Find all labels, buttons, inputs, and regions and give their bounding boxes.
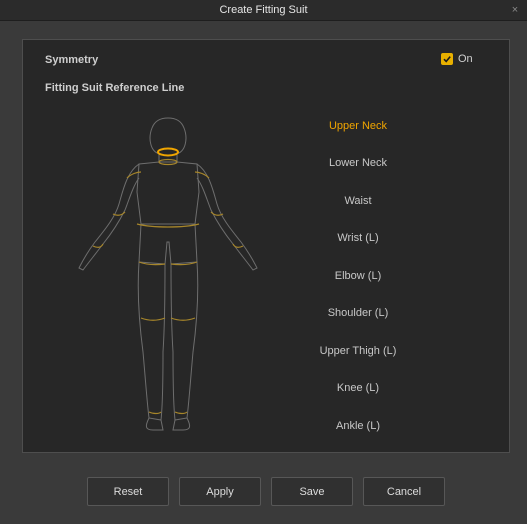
symmetry-label: Symmetry	[45, 54, 99, 66]
cancel-button[interactable]: Cancel	[363, 477, 445, 506]
line-wrist-l[interactable]: Wrist (L)	[283, 232, 433, 244]
line-ankle-l[interactable]: Ankle (L)	[283, 420, 433, 432]
fitting-suit-panel: Symmetry On Fitting Suit Reference Line	[22, 39, 510, 453]
line-lower-neck[interactable]: Lower Neck	[283, 157, 433, 169]
line-waist[interactable]: Waist	[283, 195, 433, 207]
line-upper-thigh-l[interactable]: Upper Thigh (L)	[283, 345, 433, 357]
line-upper-neck[interactable]: Upper Neck	[283, 120, 433, 132]
line-knee-l[interactable]: Knee (L)	[283, 382, 433, 394]
body-figure	[78, 117, 258, 431]
line-shoulder-l[interactable]: Shoulder (L)	[283, 307, 433, 319]
symmetry-on-label: On	[458, 53, 473, 65]
save-button[interactable]: Save	[271, 477, 353, 506]
window-title: Create Fitting Suit	[219, 4, 308, 16]
reference-line-label: Fitting Suit Reference Line	[45, 82, 185, 94]
symmetry-toggle[interactable]: On	[441, 53, 473, 65]
close-icon[interactable]: ×	[509, 3, 521, 17]
title-bar: Create Fitting Suit ×	[0, 0, 527, 21]
reset-button[interactable]: Reset	[87, 477, 169, 506]
apply-button[interactable]: Apply	[179, 477, 261, 506]
check-icon	[443, 56, 451, 63]
line-elbow-l[interactable]: Elbow (L)	[283, 270, 433, 282]
symmetry-checkbox[interactable]	[441, 53, 453, 65]
